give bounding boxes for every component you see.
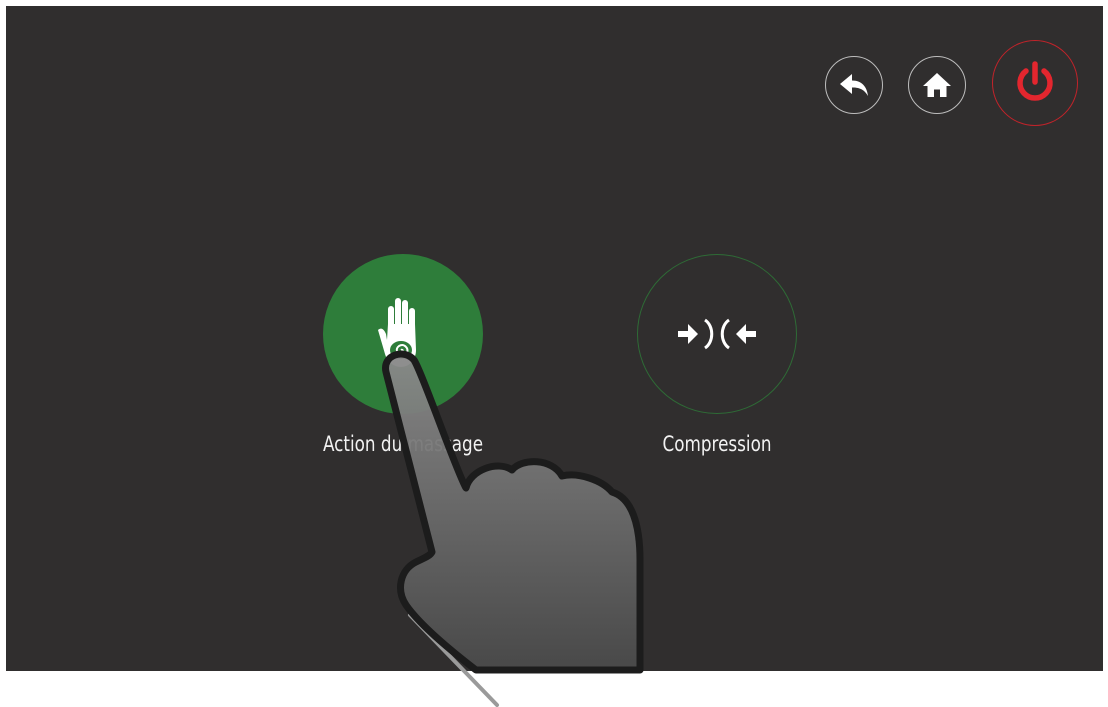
compression-button[interactable] [637, 254, 797, 414]
home-button[interactable] [908, 56, 966, 114]
back-button[interactable] [825, 56, 883, 114]
hand-spiral-icon [378, 298, 416, 367]
massage-action-button[interactable] [323, 254, 483, 414]
power-button[interactable] [992, 40, 1078, 126]
massage-action-label[interactable]: Action du massage [307, 432, 499, 456]
stage: Action du massage Compression [0, 0, 1108, 707]
compression-label[interactable]: Compression [621, 432, 813, 456]
back-arrow-icon [840, 74, 868, 96]
compression-arrows-icon [678, 318, 756, 350]
home-icon [923, 73, 951, 97]
device-screen: Action du massage Compression [6, 6, 1103, 671]
power-icon [1017, 61, 1053, 101]
